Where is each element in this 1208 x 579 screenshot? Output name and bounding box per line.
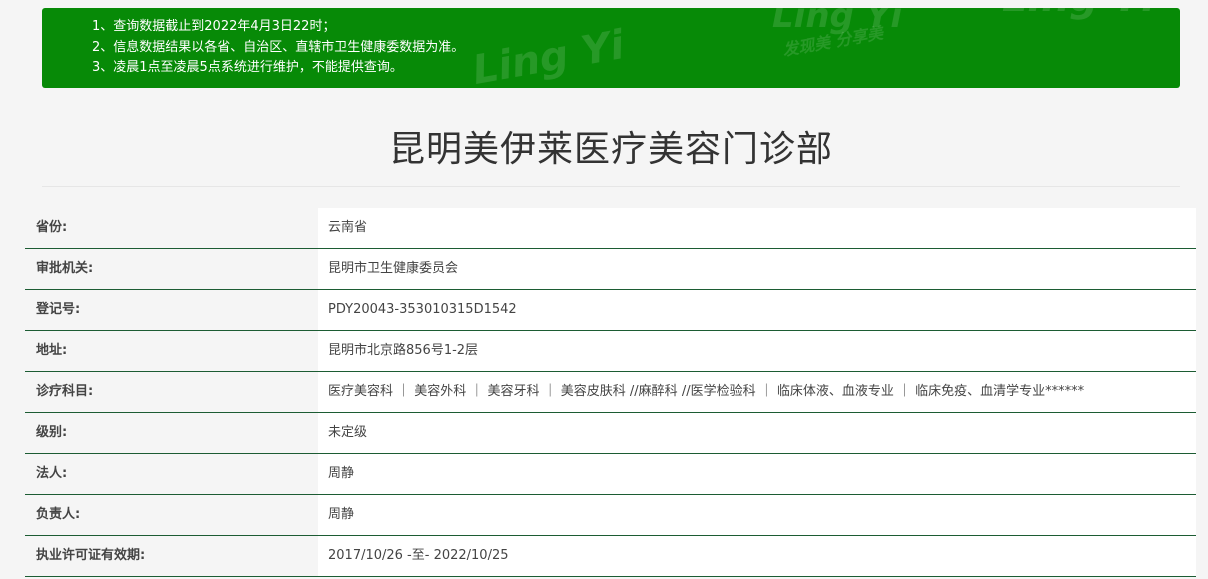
- details-table: 省份: 云南省 审批机关: 昆明市卫生健康委员会 登记号: PDY20043-3…: [25, 208, 1196, 577]
- row-value: 昆明市北京路856号1-2层: [318, 331, 1196, 371]
- table-row: 负责人: 周静: [25, 495, 1196, 536]
- notice-line: 3、凌晨1点至凌晨5点系统进行维护，不能提供查询。: [92, 60, 403, 75]
- table-row: 审批机关: 昆明市卫生健康委员会: [25, 249, 1196, 290]
- row-label: 级别:: [25, 413, 318, 453]
- row-label: 审批机关:: [25, 249, 318, 289]
- row-label: 诊疗科目:: [25, 372, 318, 412]
- row-label: 负责人:: [25, 495, 318, 535]
- title-divider: [42, 186, 1180, 187]
- table-row: 级别: 未定级: [25, 413, 1196, 454]
- row-label: 法人:: [25, 454, 318, 494]
- row-value: 昆明市卫生健康委员会: [318, 249, 1196, 289]
- table-row: 登记号: PDY20043-353010315D1542: [25, 290, 1196, 331]
- page-title: 昆明美伊莱医疗美容门诊部: [388, 129, 833, 170]
- row-value: 周静: [318, 454, 1196, 494]
- row-value: 未定级: [318, 413, 1196, 453]
- notice-banner: Ling Yi 发现美 分享美 Ling Yi Ling Yi 1、查询数据截止…: [42, 8, 1180, 88]
- row-value: 云南省: [318, 208, 1196, 248]
- table-row: 诊疗科目: 医疗美容科 ｜ 美容外科 ｜ 美容牙科 ｜ 美容皮肤科 //麻醉科 …: [25, 372, 1196, 413]
- row-label: 登记号:: [25, 290, 318, 330]
- row-value: 2017/10/26 -至- 2022/10/25: [318, 536, 1196, 576]
- row-value: 医疗美容科 ｜ 美容外科 ｜ 美容牙科 ｜ 美容皮肤科 //麻醉科 //医学检验…: [318, 372, 1196, 412]
- row-label: 地址:: [25, 331, 318, 371]
- table-row: 省份: 云南省: [25, 208, 1196, 249]
- row-label: 执业许可证有效期:: [25, 536, 318, 576]
- notice-line: 2、信息数据结果以各省、自治区、直辖市卫生健康委数据为准。: [92, 39, 465, 55]
- table-row: 法人: 周静: [25, 454, 1196, 495]
- notice-line: 1、查询数据截止到2022年4月3日22时；: [92, 19, 336, 34]
- table-row: 地址: 昆明市北京路856号1-2层: [25, 331, 1196, 372]
- watermark-text: Ling Yi: [1002, 8, 1155, 18]
- row-label: 省份:: [25, 208, 318, 248]
- table-row: 执业许可证有效期: 2017/10/26 -至- 2022/10/25: [25, 536, 1196, 577]
- row-value: PDY20043-353010315D1542: [318, 290, 1196, 330]
- row-value: 周静: [318, 495, 1196, 535]
